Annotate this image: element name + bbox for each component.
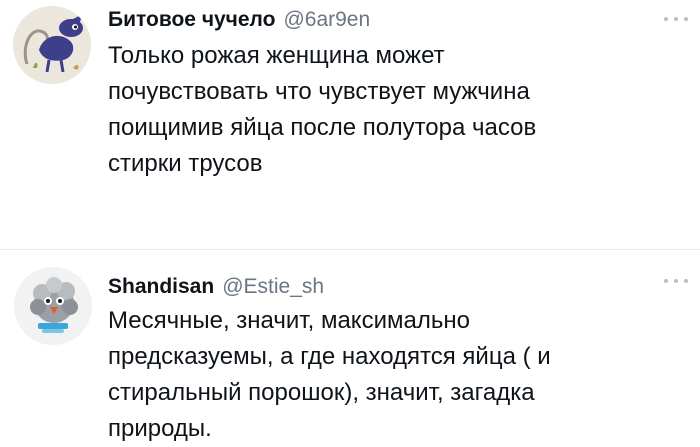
more-options-icon (674, 17, 678, 21)
more-options-button[interactable] (664, 12, 688, 26)
user-handle[interactable]: @Estie_sh (222, 275, 324, 299)
more-options-icon (684, 279, 688, 283)
tweet-text-line: стиральный порошок), значит, загадка (108, 379, 535, 406)
tweet-text-line: предсказуемы, а где находятся яйца ( и (108, 343, 551, 370)
avatar[interactable] (13, 6, 91, 84)
more-options-icon (664, 17, 668, 21)
tweet-text-line: поищимив яйца после полутора часов (108, 114, 537, 141)
tweet-header: Битовое чучело @6ar9en (108, 5, 370, 35)
avatar[interactable] (14, 267, 92, 345)
display-name[interactable]: Shandisan (108, 275, 214, 299)
more-options-button[interactable] (664, 274, 688, 288)
tweet[interactable]: Битовое чучело @6ar9en Только рожая женщ… (0, 0, 700, 250)
cartoon-character-avatar-icon (13, 6, 91, 84)
fluffy-bird-avatar-icon (14, 267, 92, 345)
tweet-text-line: природы. (108, 415, 212, 442)
tweet-text-line: почувствовать что чувствует мужчина (108, 78, 530, 105)
display-name[interactable]: Битовое чучело (108, 8, 275, 32)
user-handle[interactable]: @6ar9en (283, 8, 370, 32)
more-options-icon (674, 279, 678, 283)
tweet[interactable]: Shandisan @Estie_sh Месячные, значит, ма… (0, 251, 700, 445)
tweet-divider (0, 249, 700, 250)
tweet-text-line: Месячные, значит, максимально (108, 307, 470, 334)
tweet-text-line: стирки трусов (108, 150, 263, 177)
more-options-icon (664, 279, 668, 283)
tweet-header: Shandisan @Estie_sh (108, 272, 324, 302)
more-options-icon (684, 17, 688, 21)
tweet-text: Только рожая женщина может почувствовать… (108, 38, 668, 182)
tweet-text-line: Только рожая женщина может (108, 42, 445, 69)
tweet-text: Месячные, значит, максимально предсказуе… (108, 303, 668, 447)
